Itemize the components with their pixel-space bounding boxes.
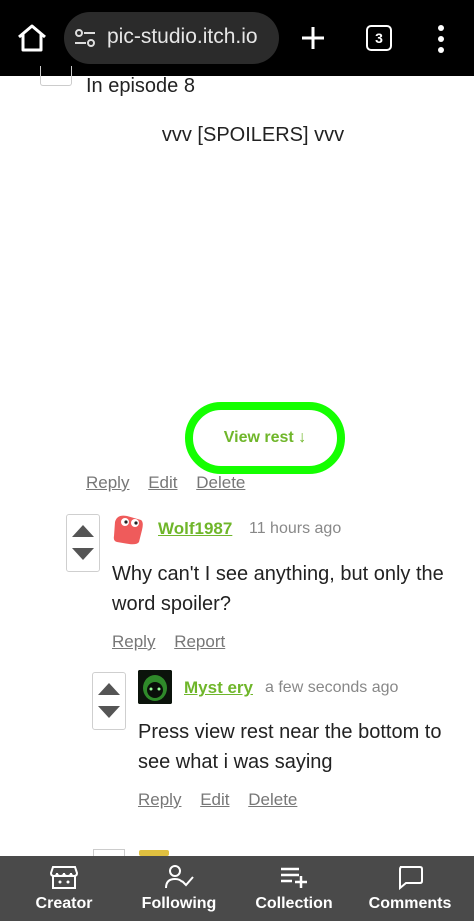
playlist-add-icon bbox=[281, 867, 307, 888]
home-icon[interactable] bbox=[14, 20, 50, 56]
upvote-icon[interactable] bbox=[72, 525, 94, 537]
upvote-icon[interactable] bbox=[98, 683, 120, 695]
vote-box-partial[interactable] bbox=[40, 66, 72, 86]
nav-label: Following bbox=[141, 895, 217, 912]
browser-toolbar: pic-studio.itch.io 3 bbox=[0, 0, 474, 76]
avatar[interactable] bbox=[111, 512, 145, 546]
view-rest-button[interactable]: View rest ↓ bbox=[185, 402, 345, 474]
timestamp: 11 hours ago bbox=[249, 520, 342, 537]
spoiler-marker: vvv [SPOILERS] vvv bbox=[161, 124, 345, 146]
username-link[interactable]: Myst ery bbox=[184, 678, 253, 698]
edit-link[interactable]: Edit bbox=[148, 473, 177, 492]
nav-comments[interactable]: Comments bbox=[351, 856, 469, 921]
more-vert-icon[interactable] bbox=[433, 24, 449, 54]
comment-actions: Reply Edit Delete bbox=[86, 473, 259, 493]
url-text[interactable]: pic-studio.itch.io bbox=[107, 25, 277, 49]
nav-following[interactable]: Following bbox=[120, 856, 238, 921]
comment-line: Press view rest near the bottom to bbox=[138, 721, 442, 743]
store-icon bbox=[49, 866, 79, 889]
report-link[interactable]: Report bbox=[174, 632, 225, 651]
nav-label: Comments bbox=[368, 895, 452, 912]
vote-box bbox=[92, 672, 126, 730]
timestamp: a few seconds ago bbox=[265, 679, 399, 696]
nav-collection[interactable]: Collection bbox=[235, 856, 353, 921]
comment-text-partial: In episode 8 bbox=[86, 75, 195, 97]
vote-box bbox=[66, 514, 100, 572]
comment-line: see what i was saying bbox=[138, 751, 333, 773]
downvote-icon[interactable] bbox=[98, 706, 120, 718]
nav-label: Collection bbox=[255, 895, 333, 912]
nav-creator[interactable]: Creator bbox=[5, 856, 123, 921]
reply-link[interactable]: Reply bbox=[86, 473, 129, 492]
plus-icon[interactable] bbox=[300, 25, 326, 51]
edit-link[interactable]: Edit bbox=[200, 790, 229, 809]
comment-icon bbox=[399, 866, 423, 890]
comment-line: word spoiler? bbox=[112, 593, 231, 615]
tune-icon[interactable] bbox=[74, 27, 96, 49]
comment-actions: Reply Edit Delete bbox=[138, 790, 311, 810]
username-link[interactable]: Wolf1987 bbox=[158, 519, 232, 539]
reply-link[interactable]: Reply bbox=[138, 790, 181, 809]
downvote-icon[interactable] bbox=[72, 548, 94, 560]
delete-link[interactable]: Delete bbox=[248, 790, 297, 809]
comment-body: Why can't I see anything, but only the w… bbox=[112, 559, 444, 619]
comment-actions: Reply Report bbox=[112, 632, 239, 652]
comment-line: Why can't I see anything, but only the bbox=[112, 563, 444, 585]
person-check-icon bbox=[165, 865, 194, 889]
reply-link[interactable]: Reply bbox=[112, 632, 155, 651]
delete-link[interactable]: Delete bbox=[196, 473, 245, 492]
comment-body: Press view rest near the bottom to see w… bbox=[138, 717, 441, 777]
nav-label: Creator bbox=[35, 895, 93, 912]
bottom-navigation: Creator Following Collection Comments bbox=[0, 856, 474, 921]
tabs-icon[interactable]: 3 bbox=[366, 25, 392, 51]
avatar[interactable] bbox=[138, 670, 172, 704]
